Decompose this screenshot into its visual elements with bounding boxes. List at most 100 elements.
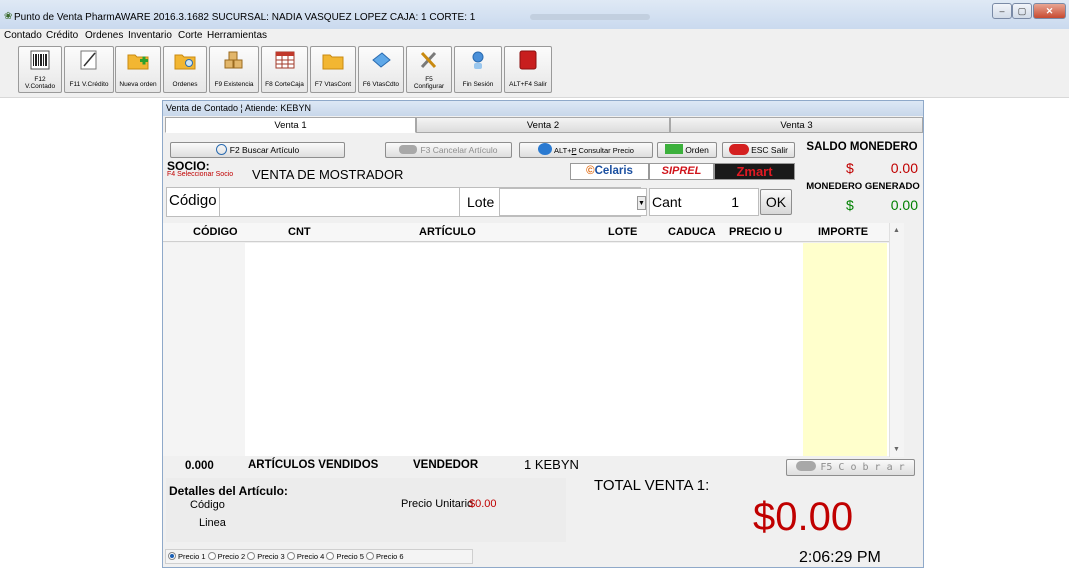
total-venta-label: TOTAL VENTA 1:: [594, 477, 710, 494]
saldo-currency: $: [846, 160, 854, 176]
col-importe[interactable]: IMPORTE: [818, 226, 868, 238]
maximize-button[interactable]: ▢: [1012, 3, 1032, 19]
siprel-logo[interactable]: SIPREL: [649, 163, 714, 180]
vendedor-label: VENDEDOR: [413, 459, 479, 471]
buscar-articulo-label: F2 Buscar Artículo: [229, 145, 300, 155]
orden-button[interactable]: Orden: [657, 142, 717, 158]
articulos-vendidos-label: ARTÍCULOS VENDIDOS: [248, 459, 379, 471]
pencil-icon: [80, 50, 97, 70]
precio-5-radio-label: Precio 5: [336, 552, 364, 561]
esc-salir-button[interactable]: ESC Salir: [722, 142, 795, 158]
precio-2-radio[interactable]: Precio 2: [207, 552, 246, 561]
toolbar-existencia-button[interactable]: F9 Existencia: [209, 46, 259, 93]
minimize-button[interactable]: –: [992, 3, 1012, 19]
col-codigo[interactable]: CÓDIGO: [193, 226, 238, 238]
radio-selected-icon: [168, 552, 176, 560]
chevron-down-icon[interactable]: ▼: [637, 196, 646, 210]
monedero-generado-title: MONEDERO GENERADO: [806, 181, 920, 192]
consultar-precio-label: Consultar Precio: [576, 146, 634, 155]
scroll-down-arrow-icon[interactable]: ▼: [893, 446, 900, 453]
new-folder-icon: [127, 54, 149, 70]
col-articulo[interactable]: ARTÍCULO: [419, 226, 476, 238]
esc-salir-label: ESC Salir: [751, 145, 788, 155]
toolbar-vcontado-button[interactable]: F12 V.Contado: [18, 46, 62, 93]
boxes-icon: [224, 51, 243, 69]
toolbar-vcredito-label: F11 V.Crédito: [69, 81, 109, 88]
codigo-input[interactable]: [219, 188, 460, 216]
cancel-pill-icon: [399, 145, 418, 154]
precio-3-radio[interactable]: Precio 3: [247, 552, 285, 561]
articulos-count: 0.000: [185, 460, 214, 472]
toolbar-fin-sesion-label: Fin Sesión: [462, 81, 494, 88]
exit-icon: [519, 50, 537, 70]
precio-4-radio-label: Precio 4: [296, 552, 325, 561]
monedero-generado-value: 0.00: [890, 197, 918, 213]
menu-herramientas[interactable]: Herramientas: [207, 30, 267, 41]
col-precio-u[interactable]: PRECIO U: [729, 226, 782, 238]
toolbar-vtascdto-button[interactable]: F6 VtasCdto: [358, 46, 404, 93]
precio-2-radio-label: Precio 2: [217, 552, 246, 561]
title-bar: ❀ Punto de Venta PharmAWARE 2016.3.1682 …: [0, 0, 1069, 30]
menu-contado[interactable]: Contado: [4, 30, 42, 41]
precio-5-radio[interactable]: Precio 5: [326, 552, 364, 561]
toolbar-existencia-label: F9 Existencia: [214, 81, 254, 88]
cant-input[interactable]: 1: [691, 194, 739, 210]
codigo-column-fill: [163, 243, 245, 456]
consultar-precio-button[interactable]: ALT+P Consultar Precio: [519, 142, 653, 158]
lote-select[interactable]: ▼: [499, 188, 647, 216]
tab-venta-3[interactable]: Venta 3: [670, 117, 923, 133]
codigo-label: Código: [169, 192, 217, 209]
toolbar-nueva-orden-button[interactable]: Nueva orden: [115, 46, 161, 93]
precio-1-radio[interactable]: Precio 1: [168, 552, 206, 561]
precio-6-radio[interactable]: Precio 6: [366, 552, 404, 561]
precio-6-radio-label: Precio 6: [376, 552, 404, 561]
buscar-articulo-button[interactable]: F2 Buscar Artículo: [170, 142, 345, 158]
toolbar-vtascont-button[interactable]: F7 VtasCont: [310, 46, 356, 93]
cobrar-button[interactable]: F5 C o b r a r: [786, 459, 915, 476]
menu-corte[interactable]: Corte: [178, 30, 202, 41]
toolbar-configurar-label: F5 Configurar: [413, 76, 445, 90]
toolbar-vcredito-button[interactable]: F11 V.Crédito: [64, 46, 114, 93]
blurred-title-area: [530, 14, 650, 20]
zmart-logo[interactable]: Zmart: [714, 163, 795, 180]
consultar-precio-prefix: ALT+: [554, 146, 572, 155]
toolbar-vtascont-label: F7 VtasCont: [314, 81, 352, 88]
scroll-up-arrow-icon[interactable]: ▲: [893, 227, 900, 234]
toolbar-ordenes-label: Ordenes: [172, 81, 198, 88]
toolbar-fin-sesion-button[interactable]: Fin Sesión: [454, 46, 502, 93]
tab-venta-1[interactable]: Venta 1: [165, 117, 416, 133]
menu-inventario[interactable]: Inventario: [128, 30, 172, 41]
table-scrollbar[interactable]: ▲ ▼: [889, 223, 904, 457]
col-lote[interactable]: LOTE: [608, 226, 637, 238]
precio-4-radio[interactable]: Precio 4: [286, 552, 325, 561]
venta-panel: Venta de Contado ¦ Atiende: KEBYN Venta …: [162, 100, 924, 568]
menu-credito[interactable]: Crédito: [46, 30, 78, 41]
total-venta-value: $0.00: [753, 495, 854, 539]
detalle-codigo-label: Código: [190, 499, 225, 511]
app-icon: ❀: [4, 11, 13, 22]
tools-icon: [420, 51, 437, 69]
toolbar-cortecaja-button[interactable]: F8 CorteCaja: [261, 46, 308, 93]
precio-radio-group: Precio 1 Precio 2 Precio 3 Precio 4 Prec…: [165, 549, 473, 564]
celaris-c-icon: ©: [586, 165, 595, 177]
calendar-icon: [275, 51, 294, 69]
cobrar-label: F5 C o b r a r: [820, 462, 905, 473]
ok-button[interactable]: OK: [760, 189, 792, 215]
celaris-logo[interactable]: ©Celaris: [570, 163, 649, 180]
cancelar-articulo-button[interactable]: F3 Cancelar Artículo: [385, 142, 512, 158]
menu-ordenes[interactable]: Ordenes: [85, 30, 123, 41]
toolbar-cortecaja-label: F8 CorteCaja: [265, 81, 304, 88]
socio-value: VENTA DE MOSTRADOR: [252, 167, 404, 182]
articles-table[interactable]: [163, 243, 889, 456]
toolbar-vcontado-label: F12 V.Contado: [24, 76, 56, 90]
clock: 2:06:29 PM: [799, 549, 881, 566]
close-button[interactable]: ✕: [1033, 3, 1066, 19]
col-caduca[interactable]: CADUCA: [668, 226, 716, 238]
tab-venta-2[interactable]: Venta 2: [416, 117, 670, 133]
toolbar-configurar-button[interactable]: F5 Configurar: [406, 46, 452, 93]
toolbar-salir-button[interactable]: ALT+F4 Salir: [504, 46, 552, 93]
seleccionar-socio-hint[interactable]: F4 Seleccionar Socio: [167, 171, 233, 178]
toolbar-ordenes-button[interactable]: Ordenes: [163, 46, 207, 93]
folder-search-icon: [174, 54, 196, 70]
col-cnt[interactable]: CNT: [288, 226, 311, 238]
